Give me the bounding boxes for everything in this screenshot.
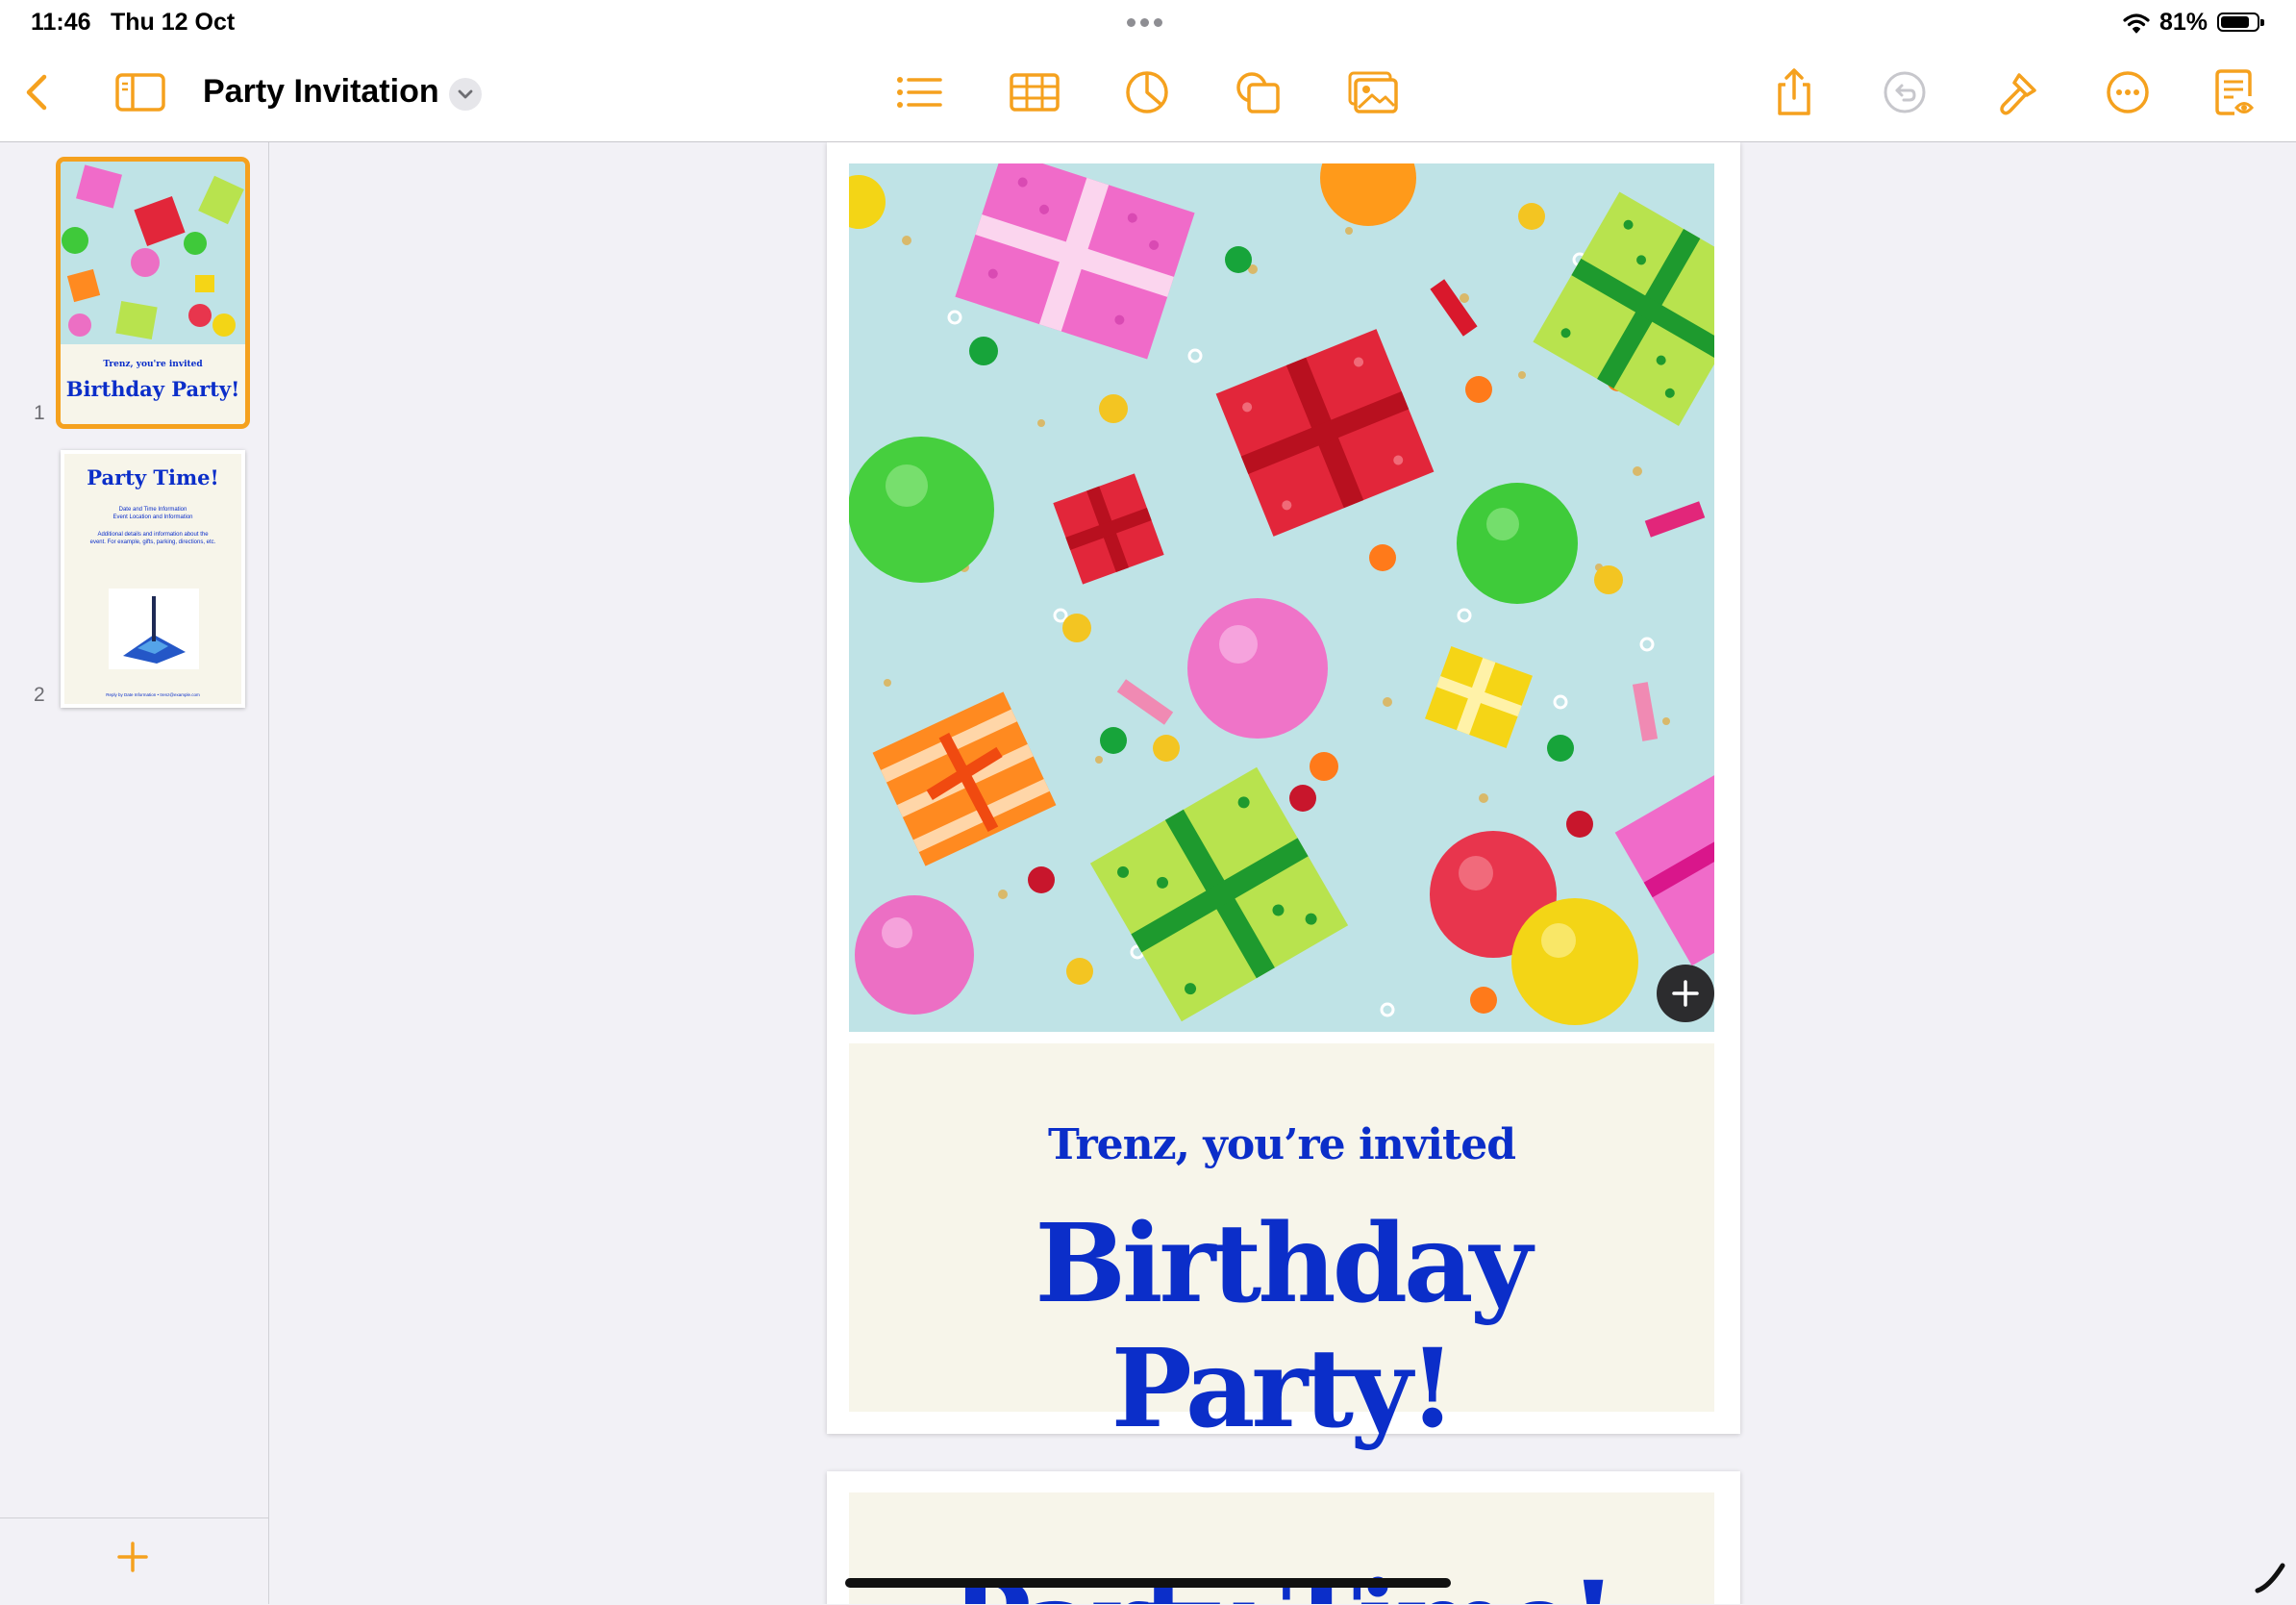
page-number-2: 2 [34, 684, 45, 706]
media-icon [1348, 71, 1398, 113]
invitation-text-box[interactable]: Trenz, you’re invited Birthday Party! [849, 1043, 1714, 1452]
share-button[interactable] [1767, 67, 1821, 117]
sidebar-toggle-icon [115, 73, 165, 112]
invite-title[interactable]: Birthday Party! [849, 1202, 1714, 1452]
document-title[interactable]: Party Invitation [203, 73, 439, 111]
format-button[interactable] [1990, 67, 2044, 117]
thumb-1-title: Birthday Party! [65, 377, 240, 401]
status-bar: 11:46 Thu 12 Oct 81% [0, 0, 2296, 44]
page-thumbnail-1[interactable]: Trenz, you're invited Birthday Party! [56, 157, 250, 429]
document-canvas[interactable]: Trenz, you’re invited Birthday Party! Pa… [269, 142, 2296, 1604]
thumb-2-line-3: Additional details and information about… [89, 532, 216, 545]
undo-icon [1884, 71, 1926, 113]
thumb-1-subtitle: Trenz, you're invited [103, 360, 203, 369]
add-image-button[interactable] [1657, 965, 1714, 1022]
page-thumbnail-2[interactable]: Party Time! Date and Time Information Ev… [61, 450, 245, 708]
chevron-down-icon [458, 89, 473, 99]
more-button[interactable] [2101, 67, 2155, 117]
pencil-icon[interactable] [2250, 1558, 2288, 1596]
status-time: 11:46 [31, 9, 91, 36]
page-number-1: 1 [34, 402, 45, 424]
wifi-icon [2123, 13, 2150, 34]
battery-icon [2217, 13, 2264, 32]
thumb-2-line-1: Date and Time Information [118, 507, 187, 513]
thumb-2-title: Party Time! [87, 465, 219, 489]
table-icon [1010, 73, 1060, 112]
party-photo-image [849, 163, 1714, 1032]
back-button[interactable] [13, 67, 62, 117]
party-hat-thumbnail [109, 589, 199, 669]
insert-list-button[interactable] [892, 67, 946, 117]
thumb-2-footer: Reply by Date Information • trenz@exampl… [106, 692, 200, 697]
undo-button[interactable] [1878, 67, 1932, 117]
list-icon [897, 77, 942, 108]
chart-icon [1126, 71, 1168, 113]
party-photo[interactable] [849, 163, 1714, 1032]
back-chevron-icon [26, 74, 47, 111]
share-icon [1778, 68, 1810, 115]
shapes-icon [1236, 72, 1280, 113]
reading-view-button[interactable] [2208, 67, 2261, 117]
thumb-2-line-2: Event Location and Information [112, 514, 193, 520]
status-date: Thu 12 Oct [111, 9, 236, 36]
paintbrush-icon [2000, 73, 2036, 115]
document-view-icon [2215, 69, 2255, 115]
insert-shape-button[interactable] [1231, 67, 1285, 117]
insert-table-button[interactable] [1008, 67, 1061, 117]
toolbar: Party Invitation [0, 44, 2296, 142]
page-thumbnail-sidebar: 1 Trenz, you're invited Birthday Party! … [0, 142, 269, 1604]
insert-chart-button[interactable] [1120, 67, 1174, 117]
sidebar-toggle-button[interactable] [113, 67, 167, 117]
home-indicator[interactable] [845, 1578, 1451, 1588]
multitasking-dots-icon[interactable] [1127, 18, 1162, 27]
add-page-icon[interactable] [113, 1538, 152, 1576]
more-icon [2107, 71, 2149, 113]
sidebar-footer [0, 1517, 269, 1605]
document-page-1[interactable]: Trenz, you’re invited Birthday Party! [827, 142, 1740, 1452]
party-photo-thumbnail [61, 162, 245, 344]
invite-subtitle[interactable]: Trenz, you’re invited [849, 1120, 1714, 1169]
battery-percent: 81% [2159, 9, 2209, 36]
title-menu-button[interactable] [449, 78, 482, 111]
insert-media-button[interactable] [1346, 67, 1400, 117]
plus-icon [1672, 980, 1699, 1007]
